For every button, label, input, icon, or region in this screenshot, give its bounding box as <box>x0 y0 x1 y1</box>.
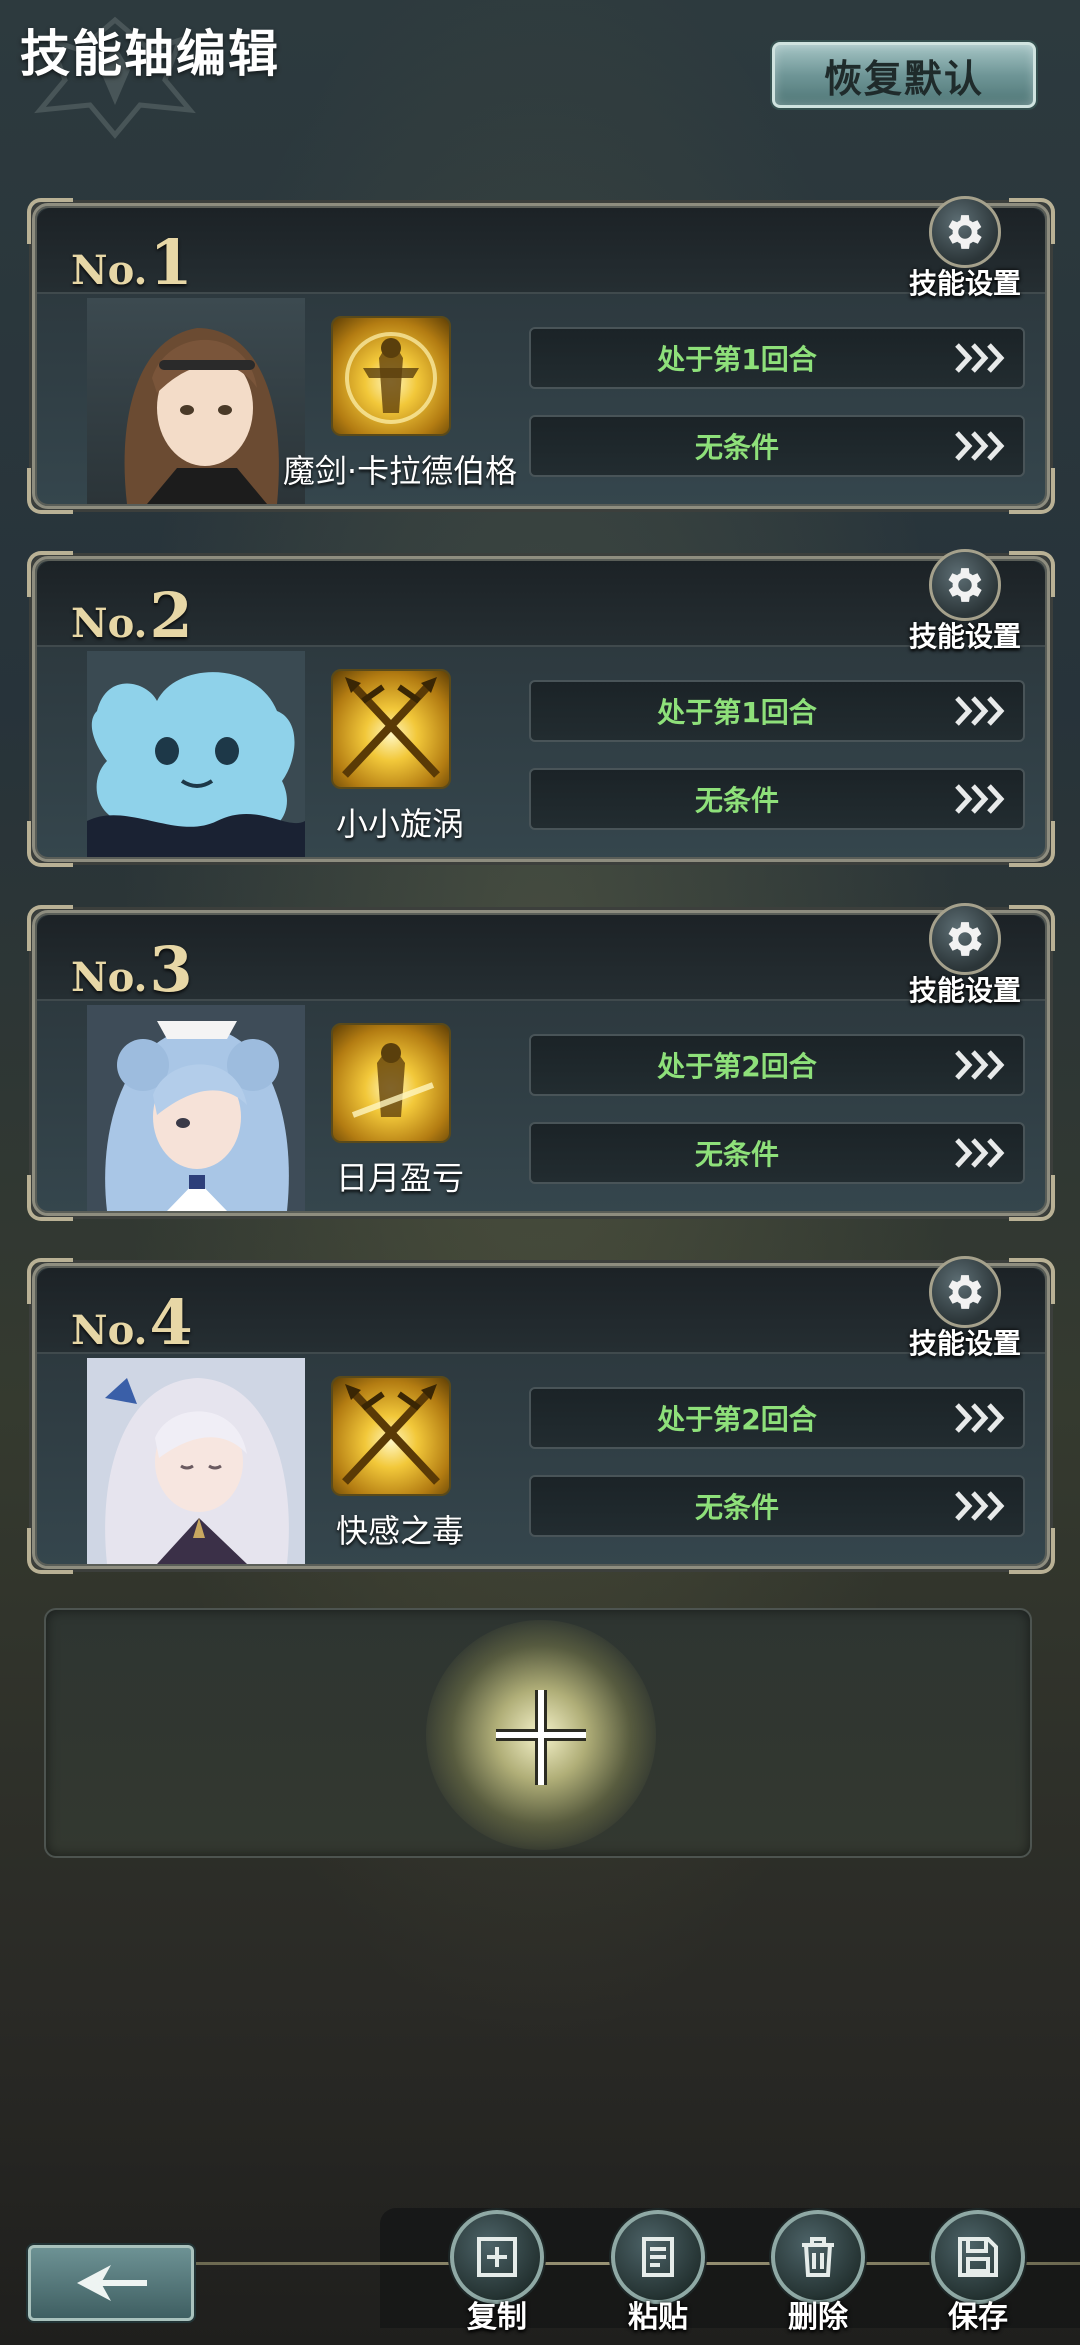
save-button[interactable]: 保存 <box>926 2210 1030 2340</box>
skill-slot-2: No. 2 技能设置 小小旋涡 处于第1回合 无条件 <box>27 549 1055 867</box>
condition-label: 处于第1回合 <box>657 343 817 376</box>
paste-button[interactable]: 粘贴 <box>606 2210 710 2340</box>
delete-button[interactable]: 删除 <box>766 2210 870 2340</box>
skill-name: 日月盈亏 <box>335 1159 464 1197</box>
condition-1-button[interactable]: 处于第1回合 <box>529 327 1025 389</box>
skill-settings-button[interactable]: 技能设置 <box>901 196 1029 306</box>
skill-settings-label: 技能设置 <box>908 267 1021 300</box>
character-portrait-brown-haired-girl[interactable] <box>87 298 305 504</box>
slot-number: No. 2 <box>71 579 193 652</box>
triple-chevron-right-icon <box>955 696 1005 726</box>
skill-icon-golden-warrior[interactable] <box>331 316 451 436</box>
copy-icon <box>450 2210 544 2304</box>
skill-icon-crossed-spears[interactable] <box>331 669 451 789</box>
condition-1-button[interactable]: 处于第2回合 <box>529 1387 1025 1449</box>
skill-settings-button[interactable]: 技能设置 <box>901 903 1029 1013</box>
trash-icon <box>771 2210 865 2304</box>
slot-number: No. 4 <box>71 1286 193 1359</box>
paste-label: 粘贴 <box>628 2300 688 2335</box>
character-portrait-white-haired-girl[interactable] <box>87 1358 305 1564</box>
slot-number-prefix: No. <box>71 600 148 647</box>
condition-2-button[interactable]: 无条件 <box>529 1122 1025 1184</box>
skill-name: 魔剑·卡拉德伯格 <box>282 452 518 490</box>
character-portrait-blue-haired-maid[interactable] <box>87 1005 305 1211</box>
condition-label: 处于第2回合 <box>657 1403 817 1436</box>
skill-settings-label: 技能设置 <box>908 620 1021 653</box>
frame-corner <box>27 905 73 951</box>
save-disk-icon <box>931 2210 1025 2304</box>
slot-number-value: 3 <box>149 933 193 1006</box>
slot-number-value: 4 <box>149 1286 193 1359</box>
frame-corner <box>27 1528 73 1574</box>
condition-1-button[interactable]: 处于第1回合 <box>529 680 1025 742</box>
condition-2-button[interactable]: 无条件 <box>529 415 1025 477</box>
slot-number-prefix: No. <box>71 247 148 294</box>
slot-number: No. 3 <box>71 933 193 1006</box>
copy-button[interactable]: 复制 <box>445 2210 549 2340</box>
triple-chevron-right-icon <box>955 1138 1005 1168</box>
skill-slot-3: No. 3 技能设置 日月盈亏 处于第2回合 无条件 <box>27 903 1055 1221</box>
add-glow <box>426 1620 656 1850</box>
skill-icon-crossed-spears[interactable] <box>331 1376 451 1496</box>
skill-settings-label: 技能设置 <box>908 974 1021 1007</box>
triple-chevron-right-icon <box>955 1491 1005 1521</box>
skill-name: 快感之毒 <box>335 1512 464 1550</box>
plus-icon <box>496 1690 586 1785</box>
frame-corner <box>27 198 73 244</box>
skill-slot-1: No. 1 技能设置 魔剑·卡拉德伯格 处于第1回合 无条件 <box>27 196 1055 514</box>
page-title: 技能轴编辑 <box>20 25 280 83</box>
condition-1-button[interactable]: 处于第2回合 <box>529 1034 1025 1096</box>
triple-chevron-right-icon <box>955 1050 1005 1080</box>
frame-corner <box>27 551 73 597</box>
triple-chevron-right-icon <box>955 431 1005 461</box>
skill-name: 小小旋涡 <box>335 805 464 843</box>
copy-label: 复制 <box>467 2300 527 2335</box>
back-button[interactable] <box>28 2245 194 2321</box>
gear-icon <box>929 903 1001 975</box>
slot-number: No. 1 <box>71 226 193 299</box>
slot-number-value: 2 <box>149 579 193 652</box>
gear-icon <box>929 1256 1001 1328</box>
skill-icon-golden-warrior[interactable] <box>331 1023 451 1143</box>
gear-icon <box>929 196 1001 268</box>
frame-corner <box>27 821 73 867</box>
slot-number-prefix: No. <box>71 1307 148 1354</box>
condition-2-button[interactable]: 无条件 <box>529 1475 1025 1537</box>
skill-settings-button[interactable]: 技能设置 <box>901 1256 1029 1366</box>
back-arrow-icon <box>77 2265 147 2301</box>
triple-chevron-right-icon <box>955 784 1005 814</box>
slot-number-prefix: No. <box>71 954 148 1001</box>
condition-label: 无条件 <box>694 1491 779 1524</box>
slot-number-value: 1 <box>149 226 193 299</box>
condition-label: 处于第2回合 <box>657 1050 817 1083</box>
frame-corner <box>27 1175 73 1221</box>
skill-slot-4: No. 4 技能设置 快感之毒 处于第2回合 无条件 <box>27 1256 1055 1574</box>
paste-icon <box>611 2210 705 2304</box>
save-label: 保存 <box>948 2300 1008 2335</box>
character-portrait-blue-jellyfish[interactable] <box>87 651 305 857</box>
gear-icon <box>929 549 1001 621</box>
condition-label: 无条件 <box>694 784 779 817</box>
skill-settings-button[interactable]: 技能设置 <box>901 549 1029 659</box>
add-skill-slot-button[interactable] <box>44 1608 1032 1858</box>
triple-chevron-right-icon <box>955 343 1005 373</box>
frame-corner <box>27 468 73 514</box>
condition-label: 处于第1回合 <box>657 696 817 729</box>
triple-chevron-right-icon <box>955 1403 1005 1433</box>
delete-label: 删除 <box>788 2300 848 2335</box>
condition-label: 无条件 <box>694 1138 779 1171</box>
frame-corner <box>27 1258 73 1304</box>
condition-label: 无条件 <box>694 431 779 464</box>
skill-settings-label: 技能设置 <box>908 1327 1021 1360</box>
condition-2-button[interactable]: 无条件 <box>529 768 1025 830</box>
restore-default-button[interactable]: 恢复默认 <box>772 42 1036 108</box>
